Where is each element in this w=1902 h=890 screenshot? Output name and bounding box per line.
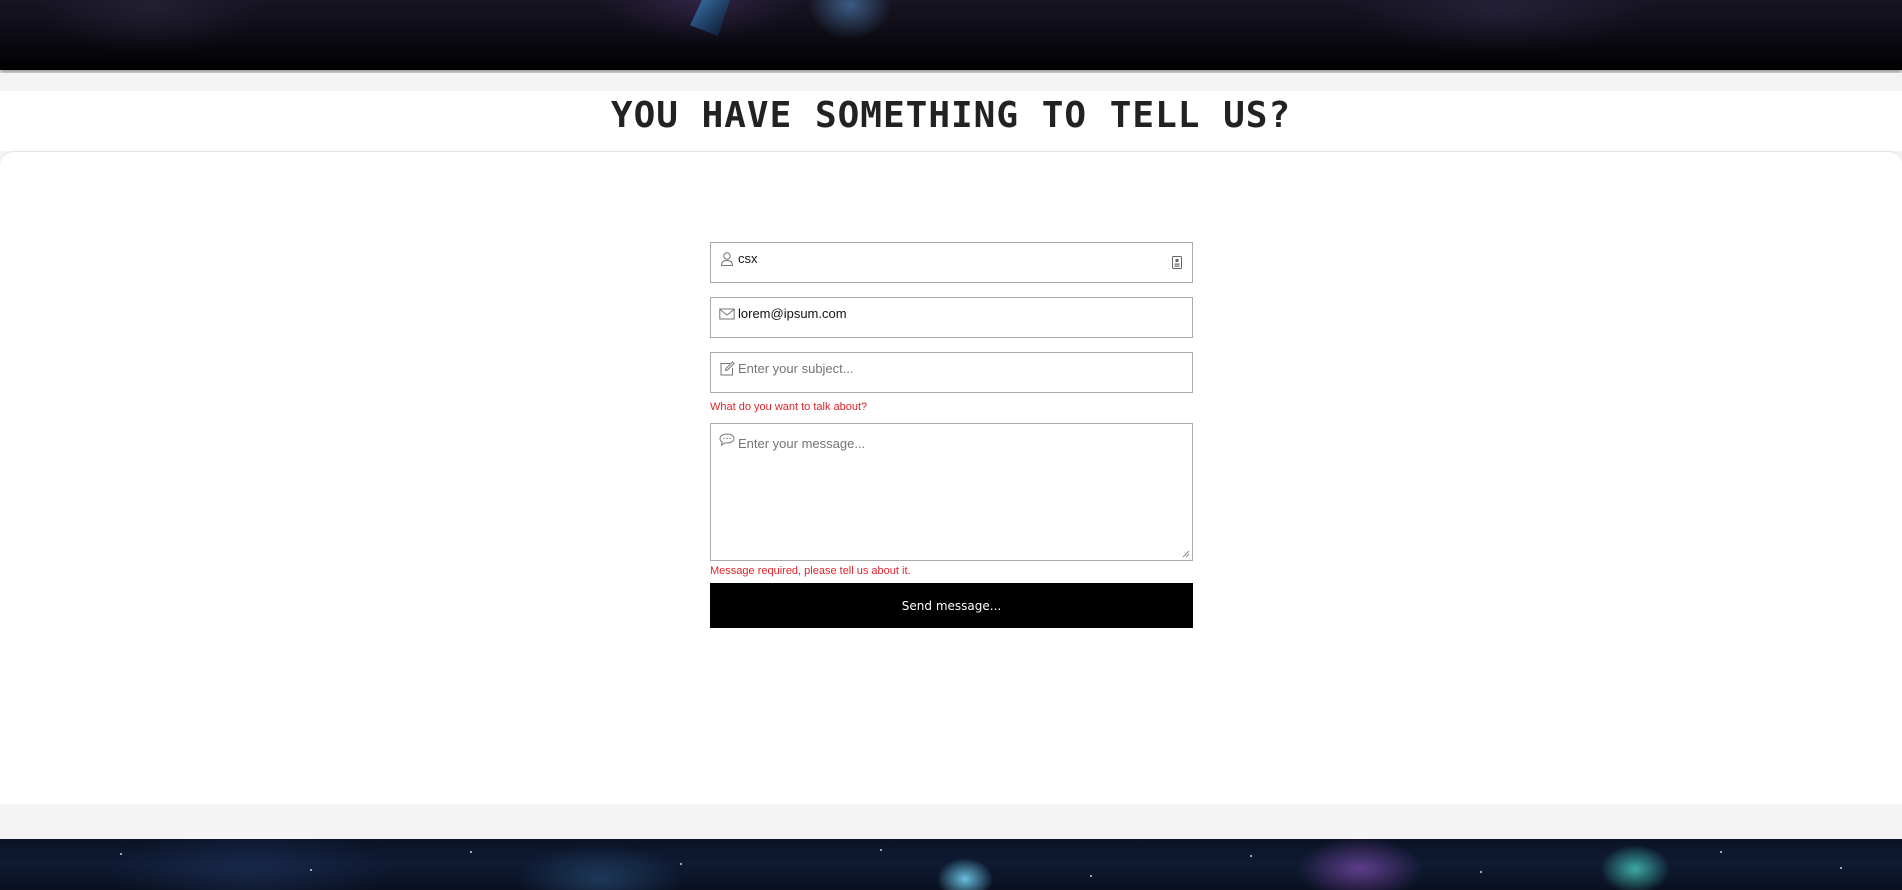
- subject-error: What do you want to talk about?: [710, 401, 868, 413]
- star-decoration: [1090, 875, 1092, 877]
- message-error: Message required, please tell us about i…: [710, 565, 911, 577]
- message-textarea[interactable]: [738, 436, 1178, 551]
- subject-input[interactable]: [738, 353, 1158, 383]
- contact-card-icon[interactable]: [1172, 256, 1182, 269]
- email-field: [710, 297, 1193, 338]
- speech-bubble-icon: [719, 433, 735, 447]
- star-decoration: [1480, 871, 1482, 873]
- banner-crystal-decoration: [690, 0, 730, 36]
- user-icon: [720, 252, 734, 266]
- star-decoration: [880, 849, 882, 851]
- star-decoration: [120, 853, 122, 855]
- subject-field: [710, 352, 1193, 393]
- star-decoration: [1250, 855, 1252, 857]
- page-title: YOU HAVE SOMETHING TO TELL US?: [610, 95, 1292, 136]
- message-field: [710, 423, 1193, 561]
- send-message-button[interactable]: Send message...: [710, 583, 1193, 628]
- edit-icon: [720, 361, 735, 376]
- email-input[interactable]: [738, 298, 1158, 328]
- resize-grip-icon[interactable]: [1182, 550, 1190, 558]
- star-decoration: [310, 869, 312, 871]
- star-decoration: [1720, 851, 1722, 853]
- star-decoration: [470, 851, 472, 853]
- star-decoration: [680, 863, 682, 865]
- name-input[interactable]: [738, 243, 1158, 273]
- name-field: [710, 242, 1193, 283]
- bottom-banner-image: [0, 839, 1902, 890]
- top-banner-image: [0, 0, 1902, 70]
- star-decoration: [1840, 867, 1842, 869]
- contact-form: What do you want to talk about? Message …: [710, 242, 1193, 628]
- header-spacer: [0, 73, 1902, 91]
- footer-spacer: [0, 804, 1902, 839]
- envelope-icon: [719, 308, 735, 320]
